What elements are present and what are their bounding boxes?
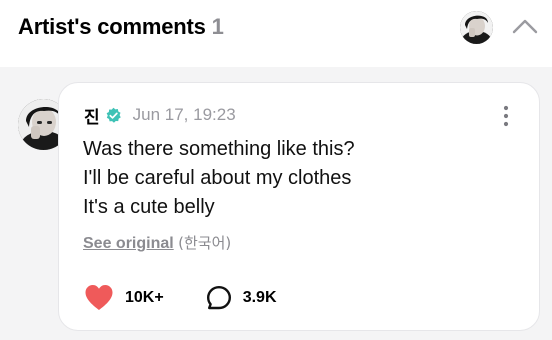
- reply-button[interactable]: 3.9K: [206, 285, 277, 311]
- heart-icon: [85, 285, 113, 310]
- comment-meta: 진 Jun 17, 19:23: [84, 103, 236, 128]
- section-title: Artist's comments 1: [18, 14, 224, 40]
- comment-card: 진 Jun 17, 19:23 Was there something like…: [58, 82, 540, 331]
- comment-count: 1: [211, 14, 224, 39]
- comments-header: Artist's comments 1: [0, 0, 552, 67]
- avatar-image: [460, 11, 493, 44]
- comment-text: Was there something like this? I'll be c…: [83, 135, 355, 222]
- more-options-button[interactable]: [496, 103, 516, 129]
- comment-actions: 10K+ 3.9K: [84, 284, 277, 311]
- see-original-link[interactable]: See original: [83, 235, 174, 252]
- comment-line: I'll be careful about my clothes: [83, 167, 352, 189]
- speech-bubble-icon: [206, 285, 231, 309]
- artist-avatar-small[interactable]: [460, 11, 493, 44]
- like-count: 10K+: [125, 288, 164, 306]
- see-original-row: See original (한국어): [83, 232, 231, 253]
- comment-timestamp: Jun 17, 19:23: [132, 105, 236, 124]
- like-button[interactable]: 10K+: [84, 284, 164, 311]
- comment-line: It's a cute belly: [83, 196, 215, 218]
- verified-badge-icon: [105, 107, 122, 124]
- reply-count: 3.9K: [242, 288, 277, 306]
- author-name[interactable]: 진: [84, 103, 100, 128]
- collapse-button[interactable]: [509, 13, 541, 41]
- original-language: (한국어): [178, 234, 232, 252]
- more-vertical-icon: [503, 105, 509, 127]
- section-title-label: Artist's comments: [18, 14, 206, 39]
- chevron-up-icon: [512, 19, 538, 34]
- comment-line: Was there something like this?: [83, 138, 355, 160]
